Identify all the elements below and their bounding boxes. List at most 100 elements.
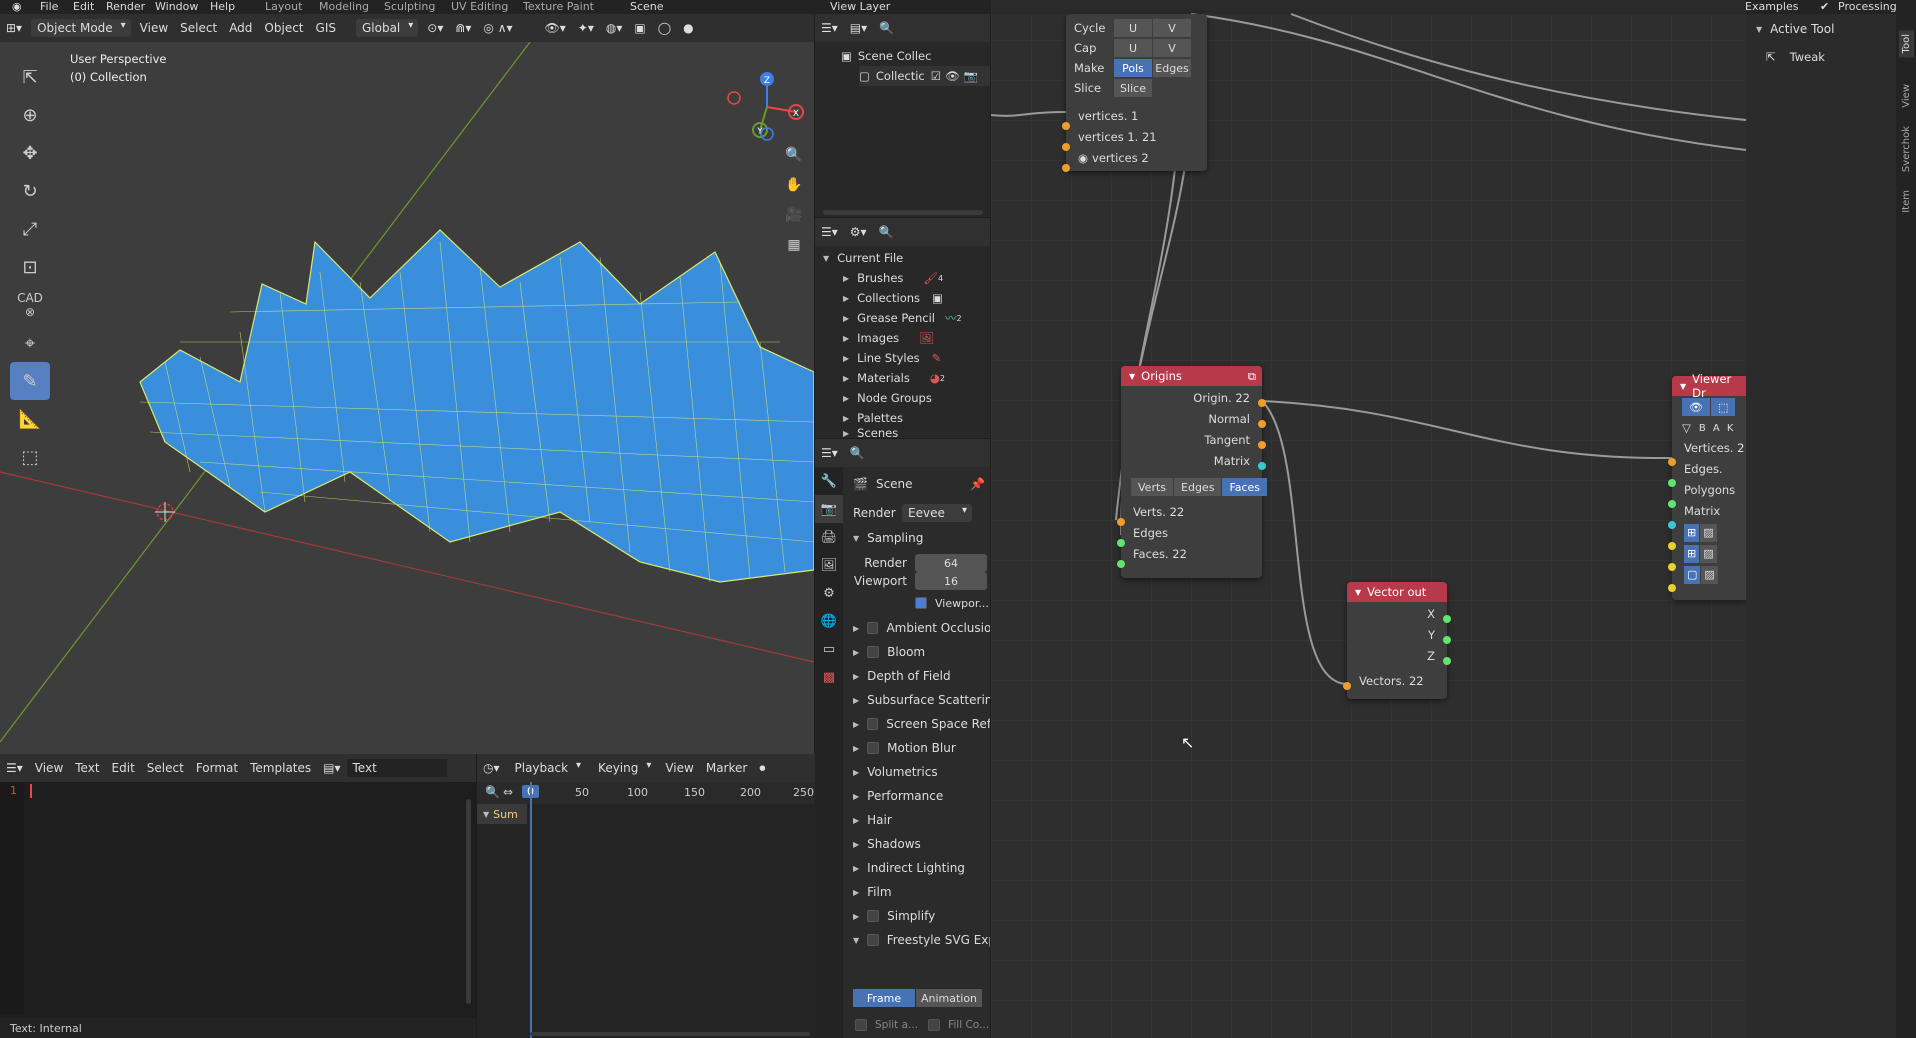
edge-color-icon[interactable]: ⊞ [1684, 544, 1700, 563]
face-color-icon[interactable]: ▢ [1684, 565, 1701, 584]
panel-enable-checkbox[interactable] [867, 934, 879, 946]
shading-wire-icon[interactable]: ◯ [652, 19, 677, 37]
viewport-menu-add[interactable]: Add [223, 19, 258, 37]
socket-viewer-color-2[interactable] [1668, 563, 1676, 571]
tree-item-palettes[interactable]: ▶ Palettes [843, 408, 903, 428]
tree-item-brushes[interactable]: ▶ Brushes 🖌 4 [843, 268, 943, 288]
timeline[interactable]: ◷▾ Playback Keying View Marker ⏺ 🔍 ⇔ 0 5… [477, 754, 815, 1038]
fill-checkbox[interactable] [928, 1019, 941, 1031]
gizmo-icon[interactable]: ✦▾ [572, 19, 600, 37]
viewport-samples-field[interactable]: 16 [915, 572, 987, 590]
outliner-search-icon[interactable]: 🔍 [873, 19, 900, 37]
tree-item-line-styles[interactable]: ▶ Line Styles ✎ [843, 348, 941, 368]
properties-editor[interactable]: ☰▾ 🔍 🔧 📷 🖨 🖼 ⚙ 🌐 ▭ ▩ 🎬 Scene 📌 Render ...E… [815, 439, 990, 1038]
text-editor[interactable]: ☰▾ View Text Edit Select Format Template… [0, 754, 476, 1038]
node-sidebar[interactable]: ▼ Active Tool ⇱ Tweak Tool View Sverchok I… [1746, 14, 1916, 1038]
text-menu-select[interactable]: Select [141, 759, 190, 777]
collapse-icon[interactable]: ▼ [1355, 588, 1361, 597]
mode-edges-button[interactable]: Edges [1174, 478, 1222, 496]
viewport-menu-object[interactable]: Object [258, 19, 309, 37]
visibility-icon[interactable]: 👁▾ [539, 19, 572, 37]
cursor-tool-icon[interactable]: ⊕ [10, 96, 50, 134]
viewport-menu-select[interactable]: Select [174, 19, 223, 37]
current-file-row[interactable]: ▼ Current File [823, 248, 903, 268]
node-group-icon[interactable]: ⧉ [1248, 369, 1256, 384]
vector-out-node-header[interactable]: ▼ Vector out [1347, 582, 1447, 602]
scene-selector[interactable]: Scene [630, 0, 664, 14]
tree-item-grease-pencil[interactable]: ▶ Grease Pencil 〰 2 [843, 308, 962, 328]
viewer-node-header[interactable]: ▼ Viewer Dr [1672, 372, 1746, 400]
mode-faces-button[interactable]: Faces [1222, 478, 1268, 496]
text-menu-view[interactable]: View [29, 759, 69, 777]
pan-hand-icon[interactable]: ✋ [782, 170, 806, 200]
panel-bloom[interactable]: ▶ Bloom [853, 641, 990, 663]
timeline-menu-marker[interactable]: Marker [700, 759, 753, 777]
timeline-range-icon[interactable]: ⇔ [503, 785, 513, 799]
sidebar-tab-item[interactable]: Item [1899, 186, 1914, 217]
panel-freestyle-svg-exp[interactable]: ▼ Freestyle SVG Exp [853, 929, 990, 951]
sidebar-tab-tool[interactable]: Tool [1899, 30, 1914, 58]
mode-verts-button[interactable]: Verts [1131, 478, 1174, 496]
view-layer-selector[interactable]: View Layer [830, 0, 890, 14]
sverchok-tool-icon[interactable]: ⌖ [10, 324, 50, 362]
panel-enable-checkbox[interactable] [867, 646, 880, 658]
bake-filter-icon[interactable]: ▽ [1682, 421, 1691, 435]
animation-button[interactable]: Animation [916, 989, 982, 1007]
socket-origin[interactable] [1258, 399, 1266, 407]
frame-button[interactable]: Frame [853, 989, 915, 1007]
eye-icon[interactable]: 👁 [945, 69, 960, 83]
output-props-icon[interactable]: 🖨 [815, 523, 843, 551]
outliner[interactable]: ☰▾ ▤▾ 🔍 ▣ Scene Collec ▢ Collectic ☑ 👁 📷 [815, 14, 990, 217]
pivot-icon[interactable]: ⊙▾ [421, 19, 449, 37]
timeline-menu-keying[interactable]: Keying [592, 759, 656, 777]
render-camera-icon[interactable]: 📷 [964, 69, 978, 83]
blendfile-search-icon[interactable]: 🔍 [873, 223, 900, 241]
rotate-tool-icon[interactable]: ↻ [10, 172, 50, 210]
properties-editor-icon[interactable]: ☰▾ [815, 444, 844, 462]
timeline-editor-icon[interactable]: ◷▾ [477, 759, 506, 777]
cap-v-toggle[interactable]: V [1153, 39, 1191, 57]
world-props-icon[interactable]: 🌐 [815, 607, 843, 635]
annotate-tool-icon[interactable]: ✎ [10, 362, 50, 400]
socket-vertices-2[interactable] [1062, 164, 1070, 172]
sidebar-tab-view[interactable]: View [1899, 80, 1914, 112]
menu-window[interactable]: Window [155, 0, 198, 14]
blender-logo-icon[interactable]: ◉ [12, 0, 22, 14]
blendfile-mode-icon[interactable]: ⚙▾ [844, 223, 873, 241]
summary-channel[interactable]: ▼ Sum [477, 804, 527, 824]
3d-viewport[interactable]: ⊞▾ Object Mode View Select Add Object GI… [0, 14, 814, 754]
node-cylinder-settings[interactable]: Cycle U V Cap U V Make Pols Edges Slice Slice v… [1062, 14, 1207, 172]
sampling-panel-header[interactable]: ▼ Sampling [853, 527, 990, 549]
socket-edges[interactable] [1117, 539, 1125, 547]
menu-edit[interactable]: Edit [73, 0, 94, 14]
collapse-icon[interactable]: ▼ [1680, 382, 1686, 391]
grid-view-icon[interactable]: ▦ [782, 230, 806, 260]
panel-ambient-occlusion[interactable]: ▶ Ambient Occlusion [853, 617, 990, 639]
blend-file-browser[interactable]: ☰▾ ⚙▾ 🔍 ▼ Current File ▶ Brushes 🖌 4 ▶ Collec… [815, 218, 990, 438]
socket-tangent[interactable] [1258, 441, 1266, 449]
viewport-denoise-checkbox[interactable] [915, 597, 927, 609]
tree-item-collections[interactable]: ▶ Collections ▣ [843, 288, 943, 308]
sidebar-tab-sverchok[interactable]: Sverchok [1899, 122, 1914, 176]
tool-props-icon[interactable]: 🔧 [815, 467, 843, 495]
viewport-denoise-row[interactable]: Viewpor... [915, 592, 990, 614]
socket-viewer-matrix[interactable] [1668, 521, 1676, 529]
workspace-tab-layout[interactable]: Layout [265, 0, 302, 14]
socket-vertices-1[interactable] [1062, 122, 1070, 130]
collection-props-icon[interactable]: ▭ [815, 635, 843, 663]
panel-performance[interactable]: ▶ Performance [853, 785, 990, 807]
socket-vertices-1-21[interactable] [1062, 143, 1070, 151]
socket-viewer-color-1[interactable] [1668, 542, 1676, 550]
origins-node-header[interactable]: ▼ Origins ⧉ [1121, 366, 1262, 386]
tree-item-scenes[interactable]: ▶ Scenes [843, 428, 898, 438]
slice-toggle[interactable]: Slice [1114, 79, 1152, 97]
scale-tool-icon[interactable]: ⤢ [10, 210, 50, 248]
socket-viewer-edges[interactable] [1668, 479, 1676, 487]
bake-button[interactable]: B A K [1699, 423, 1736, 434]
overlay-icon[interactable]: ◍▾ [600, 19, 629, 37]
panel-hair[interactable]: ▶ Hair [853, 809, 990, 831]
record-icon[interactable]: ⏺ [753, 759, 771, 778]
node-vector-out[interactable]: ▼ Vector out X Y Z Vectors. 22 [1343, 582, 1451, 699]
tree-item-materials[interactable]: ▶ Materials ◕ 2 [843, 368, 945, 388]
viewport-menu-gis[interactable]: GIS [310, 19, 342, 37]
